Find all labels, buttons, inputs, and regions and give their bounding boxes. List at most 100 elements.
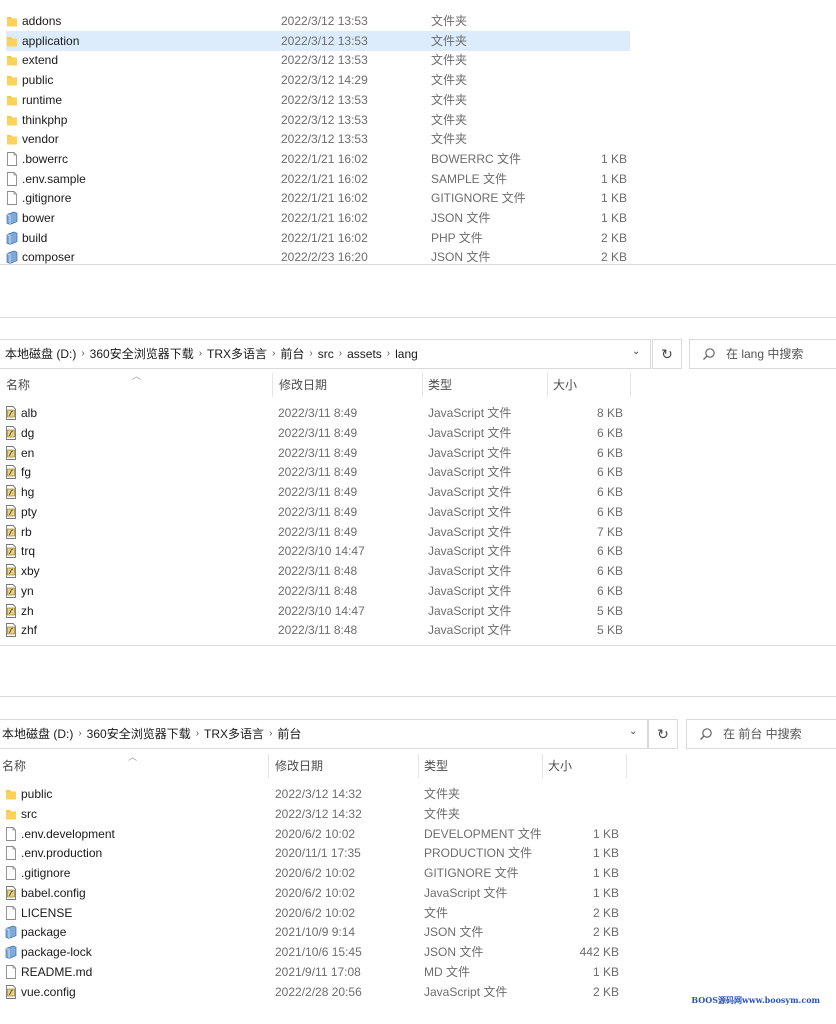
file-row[interactable]: vendor 2022/3/12 13:53 文件夹 [6,129,630,149]
file-row[interactable]: rb 2022/3/11 8:49 JavaScript 文件 7 KB [4,522,630,542]
file-date: 2021/9/11 17:08 [275,964,361,979]
sort-arrow-icon: ︿ [128,752,138,762]
file-row[interactable]: build 2022/1/21 16:02 PHP 文件 2 KB [6,228,630,248]
address-bar[interactable]: 本地磁盘 (D:) › 360安全浏览器下载 › TRX多语言 › 前台 ⌄ [0,719,648,749]
file-row[interactable]: addons 2022/3/12 13:53 文件夹 [6,11,630,31]
file-name: LICENSE [21,905,73,920]
column-divider[interactable] [547,373,548,397]
explorer-window-qiantai: 本地磁盘 (D:) › 360安全浏览器下载 › TRX多语言 › 前台 ⌄ ↻ 在 前台 … [0,646,836,1024]
file-row[interactable]: zhf 2022/3/11 8:48 JavaScript 文件 5 KB [4,620,630,640]
file-size: 1 KB [600,191,627,206]
file-row[interactable]: .env.sample 2022/1/21 16:02 SAMPLE 文件 1 KB [6,169,630,189]
refresh-button[interactable]: ↻ [648,719,678,749]
file-size [557,11,627,31]
chevron-right-icon[interactable]: › [309,340,312,368]
file-row[interactable]: package-lock 2021/10/6 15:45 JSON 文件 442 KB [0,942,626,962]
breadcrumb-item[interactable]: 本地磁盘 (D:) [2,720,73,748]
column-header-size[interactable]: 大小 [553,373,577,397]
file-size: 1 KB [592,964,619,979]
column-header-type[interactable]: 类型 [428,373,452,397]
file-type: JavaScript 文件 [428,465,512,480]
file-size: 1 KB [592,846,619,861]
chevron-right-icon[interactable]: › [81,340,84,368]
breadcrumb-item[interactable]: 本地磁盘 (D:) [5,340,76,368]
column-divider[interactable] [542,754,543,778]
breadcrumb-item[interactable]: lang [395,340,418,368]
chevron-right-icon[interactable]: › [269,720,272,748]
file-row[interactable]: application 2022/3/12 13:53 文件夹 [6,30,630,51]
file-type: JavaScript 文件 [428,583,512,598]
file-date: 2022/3/11 8:49 [278,465,358,480]
breadcrumb-item[interactable]: 前台 [280,340,304,368]
column-divider[interactable] [422,373,423,397]
column-header-type[interactable]: 类型 [424,754,448,778]
file-row[interactable]: zh 2022/3/10 14:47 JavaScript 文件 5 KB [4,601,630,621]
column-divider[interactable] [268,754,269,778]
file-date: 2022/3/12 14:32 [275,787,362,801]
file-row[interactable]: README.md 2021/9/11 17:08 MD 文件 1 KB [0,962,626,982]
file-name: hg [21,485,35,499]
column-header-date[interactable]: 修改日期 [279,373,327,397]
file-row[interactable]: en 2022/3/11 8:49 JavaScript 文件 6 KB [4,443,630,463]
search-box[interactable]: 在 前台 中搜索 [686,719,836,749]
file-row[interactable]: .env.development 2020/6/2 10:02 DEVELOPMEN… [0,824,626,844]
breadcrumb-item[interactable]: 360安全浏览器下载 [87,720,191,748]
breadcrumb-item[interactable]: 前台 [277,720,301,748]
file-row[interactable]: package 2021/10/9 9:14 JSON 文件 2 KB [0,922,626,942]
file-row[interactable]: fg 2022/3/11 8:49 JavaScript 文件 6 KB [4,462,630,482]
address-dropdown-button[interactable]: ⌄ [629,726,637,737]
breadcrumb-item[interactable]: assets [347,340,382,368]
column-divider[interactable] [272,373,273,397]
chevron-right-icon[interactable]: › [199,340,202,368]
file-row[interactable]: public 2022/3/12 14:32 文件夹 [0,784,626,804]
column-divider[interactable] [630,373,631,397]
file-date: 2022/3/12 14:29 [281,73,368,88]
file-row[interactable]: .env.production 2020/11/1 17:35 PRODUCTION… [0,843,626,863]
column-header-name[interactable]: 名称 [2,754,26,778]
chevron-right-icon[interactable]: › [272,340,275,368]
chevron-right-icon[interactable]: › [78,720,81,748]
file-row[interactable]: thinkphp 2022/3/12 13:53 文件夹 [6,110,630,130]
file-row[interactable]: src 2022/3/12 14:32 文件夹 [0,804,626,824]
column-header-size[interactable]: 大小 [548,754,572,778]
file-row[interactable]: .gitignore 2020/6/2 10:02 GITIGNORE 文件 1 KB [0,863,626,883]
column-divider[interactable] [626,754,627,778]
breadcrumb-item[interactable]: src [318,340,334,368]
breadcrumb-item[interactable]: TRX多语言 [207,340,267,368]
chevron-right-icon[interactable]: › [387,340,390,368]
file-row[interactable]: .gitignore 2022/1/21 16:02 GITIGNORE 文件 1 K… [6,188,630,208]
address-bar[interactable]: 本地磁盘 (D:) › 360安全浏览器下载 › TRX多语言 › 前台 › src › asset… [0,339,651,369]
file-date: 2020/11/1 17:35 [275,846,361,861]
file-size: 1 KB [592,885,619,900]
file-row[interactable]: pty 2022/3/11 8:49 JavaScript 文件 6 KB [4,502,630,522]
file-row[interactable]: trq 2022/3/10 14:47 JavaScript 文件 6 KB [4,541,630,561]
file-row[interactable]: babel.config 2020/6/2 10:02 JavaScript 文件 1… [0,883,626,903]
breadcrumb-item[interactable]: 360安全浏览器下载 [90,340,194,368]
folder-icon [6,34,18,48]
js-file-icon [5,603,17,618]
file-row[interactable]: vue.config 2022/2/28 20:56 JavaScript 文件 2 … [0,982,626,1002]
file-row[interactable]: bower 2022/1/21 16:02 JSON 文件 1 KB [6,208,630,228]
chevron-right-icon[interactable]: › [196,720,199,748]
column-divider[interactable] [418,754,419,778]
file-row[interactable]: public 2022/3/12 14:29 文件夹 [6,70,630,90]
address-dropdown-button[interactable]: ⌄ [632,346,640,357]
file-row[interactable]: LICENSE 2020/6/2 10:02 文件 2 KB [0,903,626,923]
file-row[interactable]: xby 2022/3/11 8:48 JavaScript 文件 6 KB [4,561,630,581]
column-header-date[interactable]: 修改日期 [275,754,323,778]
file-row[interactable]: hg 2022/3/11 8:49 JavaScript 文件 6 KB [4,482,630,502]
file-row[interactable]: yn 2022/3/11 8:48 JavaScript 文件 6 KB [4,581,630,601]
file-row[interactable]: alb 2022/3/11 8:49 JavaScript 文件 8 KB [4,403,630,423]
file-row[interactable]: extend 2022/3/12 13:53 文件夹 [6,50,630,70]
file-type: 文件夹 [431,33,468,48]
file-row[interactable]: .bowerrc 2022/1/21 16:02 BOWERRC 文件 1 KB [6,149,630,169]
file-date: 2020/6/2 10:02 [275,866,356,880]
file-row[interactable]: runtime 2022/3/12 13:53 文件夹 [6,90,630,110]
file-row[interactable]: dg 2022/3/11 8:49 JavaScript 文件 6 KB [4,423,630,443]
search-box[interactable]: 在 lang 中搜索 [689,339,836,369]
chevron-right-icon[interactable]: › [339,340,342,368]
breadcrumb-item[interactable]: TRX多语言 [204,720,264,748]
file-name: en [21,445,35,460]
refresh-button[interactable]: ↻ [652,339,682,369]
column-header-name[interactable]: 名称 [6,373,30,397]
